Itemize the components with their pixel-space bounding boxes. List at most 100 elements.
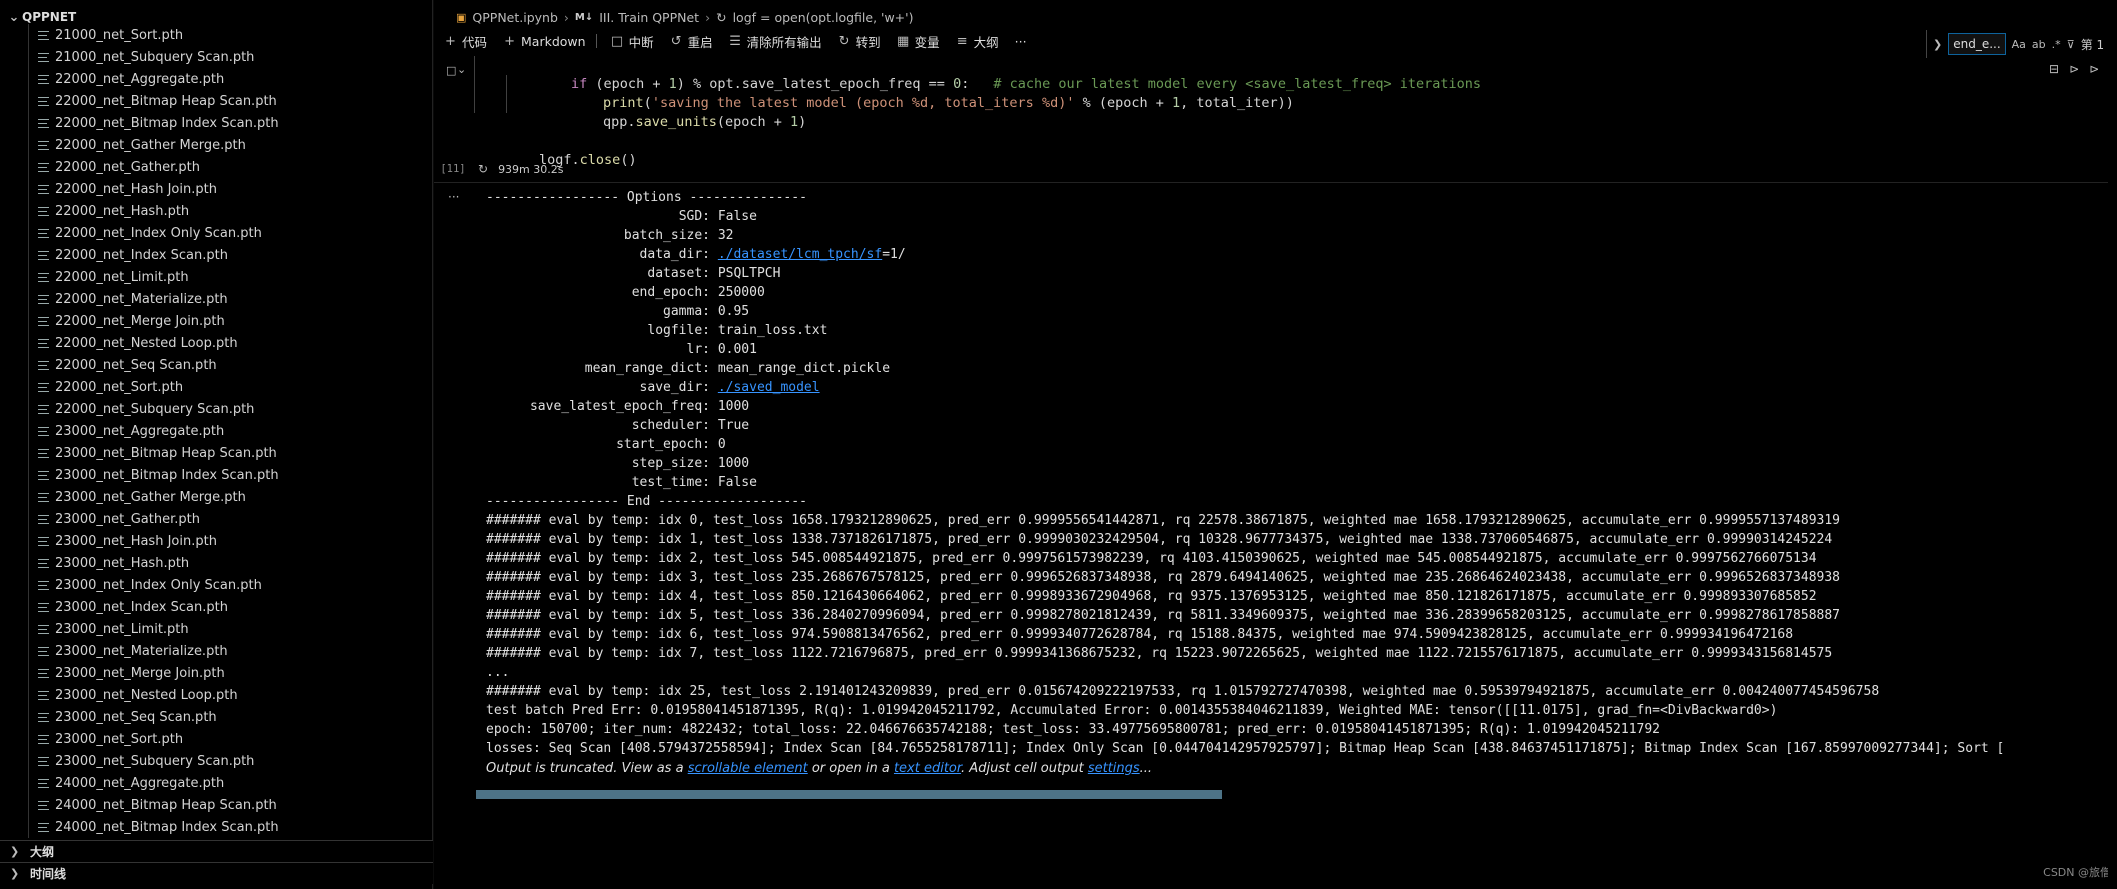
output-line: ####### eval by temp: idx 3, test_loss 2… [486, 570, 1841, 585]
file-item[interactable]: 22000_net_Gather Merge.pth [0, 134, 433, 156]
restart-button[interactable]: ↺ 重启 [670, 32, 713, 51]
option-value: True [717, 418, 750, 433]
file-lines-icon [38, 360, 49, 370]
clear-all-outputs-button[interactable]: ☰ 清除所有输出 [729, 32, 821, 51]
run-above-icon[interactable]: ⊳ [2069, 62, 2079, 76]
match-whole-word-button[interactable]: ab [2032, 38, 2046, 51]
file-item[interactable]: 23000_net_Index Only Scan.pth [0, 574, 433, 596]
variables-label: 变量 [914, 34, 940, 50]
file-item[interactable]: 22000_net_Bitmap Heap Scan.pth [0, 90, 433, 112]
file-item[interactable]: 22000_net_Hash Join.pth [0, 178, 433, 200]
settings-link[interactable]: settings [1088, 761, 1140, 776]
option-key: dataset: [647, 266, 710, 281]
output-horizontal-scrollbar[interactable] [476, 790, 1222, 799]
cell-output[interactable]: ----------------- Options --------------… [486, 188, 2117, 778]
breadcrumb-symbol[interactable]: logf = open(opt.logfile, 'w+') [733, 10, 914, 25]
tree-guide [28, 134, 29, 156]
output-more-icon[interactable]: ··· [448, 190, 459, 204]
code-cell-editor[interactable]: if (epoch + 1) % opt.save_latest_epoch_f… [474, 56, 2054, 168]
match-case-button[interactable]: Aa [2012, 38, 2026, 51]
file-lines-icon [38, 470, 49, 480]
file-item[interactable]: 24000_net_Aggregate.pth [0, 772, 433, 794]
chevron-right-icon[interactable]: ❯ [1933, 38, 1942, 51]
file-item[interactable]: 23000_net_Limit.pth [0, 618, 433, 640]
file-item[interactable]: 23000_net_Bitmap Index Scan.pth [0, 464, 433, 486]
file-item[interactable]: 22000_net_Subquery Scan.pth [0, 398, 433, 420]
option-value-link[interactable]: ./dataset/lcm_tpch/sf [718, 247, 882, 262]
file-item[interactable]: 22000_net_Seq Scan.pth [0, 354, 433, 376]
file-item[interactable]: 22000_net_Hash.pth [0, 200, 433, 222]
variables-button[interactable]: ▦ 变量 [897, 32, 940, 51]
file-label: 23000_net_Hash.pth [55, 555, 190, 571]
file-item[interactable]: 23000_net_Gather Merge.pth [0, 486, 433, 508]
run-below-icon[interactable]: ⊳ [2089, 62, 2099, 76]
file-item[interactable]: 23000_net_Materialize.pth [0, 640, 433, 662]
goto-button[interactable]: ↻ 转到 [838, 32, 881, 51]
interrupt-button[interactable]: □ 中断 [611, 32, 654, 51]
add-markdown-cell-button[interactable]: + Markdown [503, 34, 586, 49]
outline-button[interactable]: ≡ 大纲 [956, 32, 999, 51]
option-value: False [717, 475, 757, 490]
execution-time: 939m 30.2s [498, 162, 564, 176]
file-label: 23000_net_Subquery Scan.pth [55, 753, 255, 769]
tree-guide [28, 420, 29, 442]
tree-guide [28, 244, 29, 266]
file-item[interactable]: 21000_net_Subquery Scan.pth [0, 46, 433, 68]
file-item[interactable]: 23000_net_Subquery Scan.pth [0, 750, 433, 772]
file-item[interactable]: 24000_net_Bitmap Heap Scan.pth [0, 794, 433, 816]
option-value-link[interactable]: ./saved_model [718, 380, 820, 395]
find-input[interactable]: end_e... [1948, 33, 2006, 55]
option-line: end_epoch: 250000 [486, 283, 2117, 302]
scrollable-element-link[interactable]: scrollable element [688, 761, 808, 776]
file-label: 24000_net_Aggregate.pth [55, 775, 225, 791]
file-item[interactable]: 23000_net_Seq Scan.pth [0, 706, 433, 728]
chevron-down-icon: ⌄ [8, 9, 20, 25]
tree-guide [28, 178, 29, 200]
file-item[interactable]: 21000_net_Sort.pth [0, 24, 433, 46]
tree-guide [28, 772, 29, 794]
editor-vertical-scrollbar[interactable] [2108, 0, 2117, 889]
text-editor-link[interactable]: text editor [894, 761, 961, 776]
file-item[interactable]: 22000_net_Nested Loop.pth [0, 332, 433, 354]
tree-guide [28, 288, 29, 310]
cell-checkbox-icon[interactable]: □ [446, 64, 456, 77]
outline-section-label: 大纲 [30, 845, 55, 859]
file-item[interactable]: 23000_net_Hash.pth [0, 552, 433, 574]
add-code-cell-button[interactable]: + 代码 [444, 32, 487, 51]
file-item[interactable]: 22000_net_Materialize.pth [0, 288, 433, 310]
file-item[interactable]: 23000_net_Nested Loop.pth [0, 684, 433, 706]
file-lines-icon [38, 426, 49, 436]
file-item[interactable]: 22000_net_Gather.pth [0, 156, 433, 178]
filter-icon[interactable]: ⊽ [2067, 38, 2075, 51]
chevron-right-icon: ❯ [10, 867, 20, 880]
file-item[interactable]: 23000_net_Gather.pth [0, 508, 433, 530]
file-item[interactable]: 22000_net_Aggregate.pth [0, 68, 433, 90]
timeline-section[interactable]: ❯ 时间线 [0, 862, 433, 884]
explorer-folder-title: QPPNET [22, 10, 77, 24]
timeline-section-label: 时间线 [30, 867, 67, 881]
file-item[interactable]: 23000_net_Merge Join.pth [0, 662, 433, 684]
file-item[interactable]: 22000_net_Sort.pth [0, 376, 433, 398]
markdown-badge-icon: M↓ [574, 11, 594, 23]
output-line: ####### eval by temp: idx 6, test_loss 9… [486, 627, 1794, 642]
use-regex-button[interactable]: .* [2052, 38, 2061, 51]
file-item[interactable]: 22000_net_Limit.pth [0, 266, 433, 288]
file-item[interactable]: 24000_net_Bitmap Index Scan.pth [0, 816, 433, 838]
file-item[interactable]: 23000_net_Index Scan.pth [0, 596, 433, 618]
file-lines-icon [38, 778, 49, 788]
chevron-down-icon[interactable]: ⌄ [457, 63, 466, 76]
file-item[interactable]: 23000_net_Hash Join.pth [0, 530, 433, 552]
outline-section[interactable]: ❯ 大纲 [0, 840, 433, 862]
file-item[interactable]: 22000_net_Index Only Scan.pth [0, 222, 433, 244]
more-actions-button[interactable]: ··· [1015, 34, 1027, 49]
breadcrumb-file[interactable]: QPPNet.ipynb [472, 10, 558, 25]
file-item[interactable]: 23000_net_Aggregate.pth [0, 420, 433, 442]
file-lines-icon [38, 382, 49, 392]
file-item[interactable]: 23000_net_Sort.pth [0, 728, 433, 750]
file-item[interactable]: 23000_net_Bitmap Heap Scan.pth [0, 442, 433, 464]
breadcrumb-section[interactable]: III. Train QPPNet [599, 10, 699, 25]
file-item[interactable]: 22000_net_Merge Join.pth [0, 310, 433, 332]
file-item[interactable]: 22000_net_Index Scan.pth [0, 244, 433, 266]
file-item[interactable]: 22000_net_Bitmap Index Scan.pth [0, 112, 433, 134]
